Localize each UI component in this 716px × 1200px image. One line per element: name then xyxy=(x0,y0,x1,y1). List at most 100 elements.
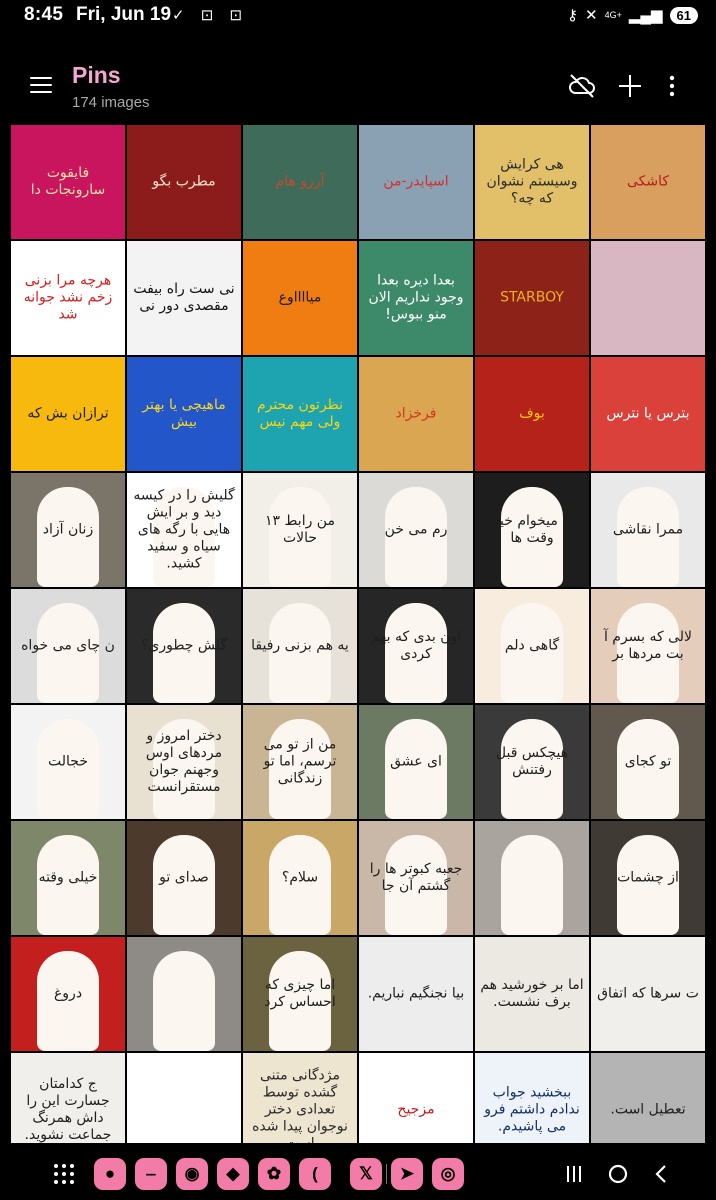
more-vert-icon[interactable] xyxy=(656,70,688,102)
pin-image[interactable]: بترس یا نترس xyxy=(591,357,705,471)
telegram-app-icon[interactable]: ➤ xyxy=(391,1158,423,1190)
pin-image[interactable]: خجالت xyxy=(11,705,125,819)
calls-app-icon[interactable]: ‒ xyxy=(135,1158,167,1190)
pin-image[interactable]: ج کدامتان جسارت این را داش همرنگ جماعت ن… xyxy=(11,1053,125,1143)
pin-caption: تو کجای xyxy=(624,753,672,770)
messages-app-icon[interactable]: ● xyxy=(94,1158,126,1190)
pin-image[interactable]: STARBOY xyxy=(475,241,589,355)
pin-image[interactable]: تو کجای xyxy=(591,705,705,819)
recents-icon[interactable] xyxy=(560,1160,588,1188)
cloud-off-icon[interactable] xyxy=(566,70,598,102)
pin-image[interactable]: دختر امروز و مردهای اوس وجهنم جوان مستقر… xyxy=(127,705,241,819)
pin-caption: گلش چطوری؟ xyxy=(140,637,228,654)
pin-image[interactable]: صدای تو xyxy=(127,821,241,935)
pin-image[interactable]: مطرب بگو xyxy=(127,125,241,239)
instagram-app-icon[interactable]: ◎ xyxy=(432,1158,464,1190)
divider xyxy=(386,1164,387,1184)
pin-caption: ببخشید جواب ندادم داشتم فرو می پاشیدم. xyxy=(484,1084,580,1135)
x-app-icon[interactable]: 𝕏 xyxy=(350,1158,382,1190)
pin-image[interactable] xyxy=(475,821,589,935)
app-glyph: ➤ xyxy=(399,1164,415,1183)
app-glyph: ◉ xyxy=(184,1164,200,1183)
pin-caption: بیا نجنگیم نباریم. xyxy=(367,985,465,1002)
pin-image[interactable]: میااااوع xyxy=(243,241,357,355)
pin-image[interactable]: مزجیح xyxy=(359,1053,473,1143)
pin-caption: ج کدامتان جسارت این را داش همرنگ جماعت ن… xyxy=(24,1076,112,1143)
pin-image[interactable]: آرزو هام xyxy=(243,125,357,239)
plus-icon[interactable] xyxy=(614,70,646,102)
app-glyph: ✿ xyxy=(266,1164,282,1183)
camera-app-icon[interactable]: ◉ xyxy=(176,1158,208,1190)
pin-caption: صدای تو xyxy=(159,869,209,886)
pin-image[interactable]: ت سرها که اتفاق xyxy=(591,937,705,1051)
pin-caption: خیلی وقته xyxy=(38,869,98,886)
pin-caption: دختر امروز و مردهای اوس وجهنم جوان مستقر… xyxy=(145,728,223,795)
pin-image[interactable]: گلش چطوری؟ xyxy=(127,589,241,703)
app-bar: Pins 174 images xyxy=(0,54,716,118)
pin-caption: بترس یا نترس xyxy=(606,405,690,422)
pin-image[interactable]: ای عشق xyxy=(359,705,473,819)
pin-image[interactable]: ن چای می خواه xyxy=(11,589,125,703)
pin-image[interactable]: اون بدی که بهم کردی xyxy=(359,589,473,703)
pin-image[interactable]: اسپایدر-من xyxy=(359,125,473,239)
page-title: Pins xyxy=(72,62,121,88)
pin-image[interactable]: هی کرایش وسیستم نشوان که چه؟ xyxy=(475,125,589,239)
pin-caption: مزجیح xyxy=(397,1101,435,1118)
pin-image[interactable]: جعبه کبوتر ها را گشتم آن جا xyxy=(359,821,473,935)
leaf-app-icon[interactable]: ◆ xyxy=(217,1158,249,1190)
pin-image[interactable]: خیلی وقته xyxy=(11,821,125,935)
pin-image[interactable]: رم می خن xyxy=(359,473,473,587)
pin-image[interactable] xyxy=(127,937,241,1051)
pin-image[interactable] xyxy=(591,241,705,355)
pin-image[interactable]: ترازان بش که xyxy=(11,357,125,471)
pin-caption: دروغ xyxy=(53,985,83,1002)
key-icon: ⚷ xyxy=(566,7,578,24)
status-right-icons: ⚷ ✕ 4G+ ▂▄▆ 61 xyxy=(567,6,698,24)
pin-image[interactable]: فرخزاد xyxy=(359,357,473,471)
pin-caption: یه هم بزنی رفیقا xyxy=(251,637,349,654)
home-icon[interactable] xyxy=(604,1160,632,1188)
pin-image[interactable]: لالی که بسرم آ بت مردها بر xyxy=(591,589,705,703)
pin-image[interactable]: گاهی دلم xyxy=(475,589,589,703)
pin-image[interactable]: دروغ xyxy=(11,937,125,1051)
pin-image[interactable]: نظرتون محترم ولی مهم نیس xyxy=(243,357,357,471)
pin-image[interactable]: زنان آزاد xyxy=(11,473,125,587)
screenshot-icon: ⊡ xyxy=(229,7,249,24)
pin-image[interactable]: هیچکس قبل رفتنش xyxy=(475,705,589,819)
pin-image[interactable] xyxy=(127,1053,241,1143)
pin-image[interactable]: ماهیچی یا بهتر بیش xyxy=(127,357,241,471)
pin-image[interactable]: مژدگانی متنی گشده توسط تعدادی دختر نوجوا… xyxy=(243,1053,357,1143)
pin-image[interactable]: هرچه مرا بزنی زخم نشد جوانه شد xyxy=(11,241,125,355)
pin-image[interactable]: من رابط ۱۳ حالات xyxy=(243,473,357,587)
pin-image[interactable]: یه هم بزنی رفیقا xyxy=(243,589,357,703)
pin-caption: من از تو می ترسم، اما تو زندگانی xyxy=(263,736,337,787)
pin-caption: هی کرایش وسیستم نشوان که چه؟ xyxy=(486,156,578,207)
pin-caption: ای عشق xyxy=(390,753,442,770)
pin-image[interactable]: ممرا نقاشی xyxy=(591,473,705,587)
pin-image[interactable]: اما بر خورشید هم برف نشست. xyxy=(475,937,589,1051)
pin-image[interactable]: اره میخوام خیلی وقت ها xyxy=(475,473,589,587)
pin-image[interactable]: گلیش را در کیسه دید و بر ایش هایی با رگه… xyxy=(127,473,241,587)
pin-image[interactable]: سلام؟ xyxy=(243,821,357,935)
back-icon[interactable] xyxy=(648,1160,676,1188)
pin-caption: ن چای می خواه xyxy=(21,637,115,654)
pin-caption: لالی که بسرم آ بت مردها بر xyxy=(603,629,693,662)
pin-image[interactable]: اما چیزی که احساس کرد xyxy=(243,937,357,1051)
flower-app-icon[interactable]: ✿ xyxy=(258,1158,290,1190)
pin-image[interactable]: فایقوت سارونجات دا xyxy=(11,125,125,239)
phone-app-icon[interactable]: ( xyxy=(299,1158,331,1190)
pin-caption: نی ست راه بیفت مقصدی دور نی xyxy=(133,281,235,314)
pin-image[interactable]: تعطیل است. xyxy=(591,1053,705,1143)
pin-image[interactable]: بوف xyxy=(475,357,589,471)
pin-image[interactable]: بعدا دیره بعدا وجود نداریم الان منو ببوس… xyxy=(359,241,473,355)
pin-caption: هیچکس قبل رفتنش xyxy=(495,745,569,778)
pin-image[interactable]: از چشمات xyxy=(591,821,705,935)
pin-image[interactable]: کاشکی xyxy=(591,125,705,239)
menu-icon[interactable] xyxy=(26,72,56,98)
pin-image[interactable]: بیا نجنگیم نباریم. xyxy=(359,937,473,1051)
pin-image[interactable]: ببخشید جواب ندادم داشتم فرو می پاشیدم. xyxy=(475,1053,589,1143)
pin-image[interactable]: نی ست راه بیفت مقصدی دور نی xyxy=(127,241,241,355)
app-drawer-icon[interactable] xyxy=(52,1162,76,1186)
pin-image[interactable]: من از تو می ترسم، اما تو زندگانی xyxy=(243,705,357,819)
pin-caption: نظرتون محترم ولی مهم نیس xyxy=(256,397,344,430)
